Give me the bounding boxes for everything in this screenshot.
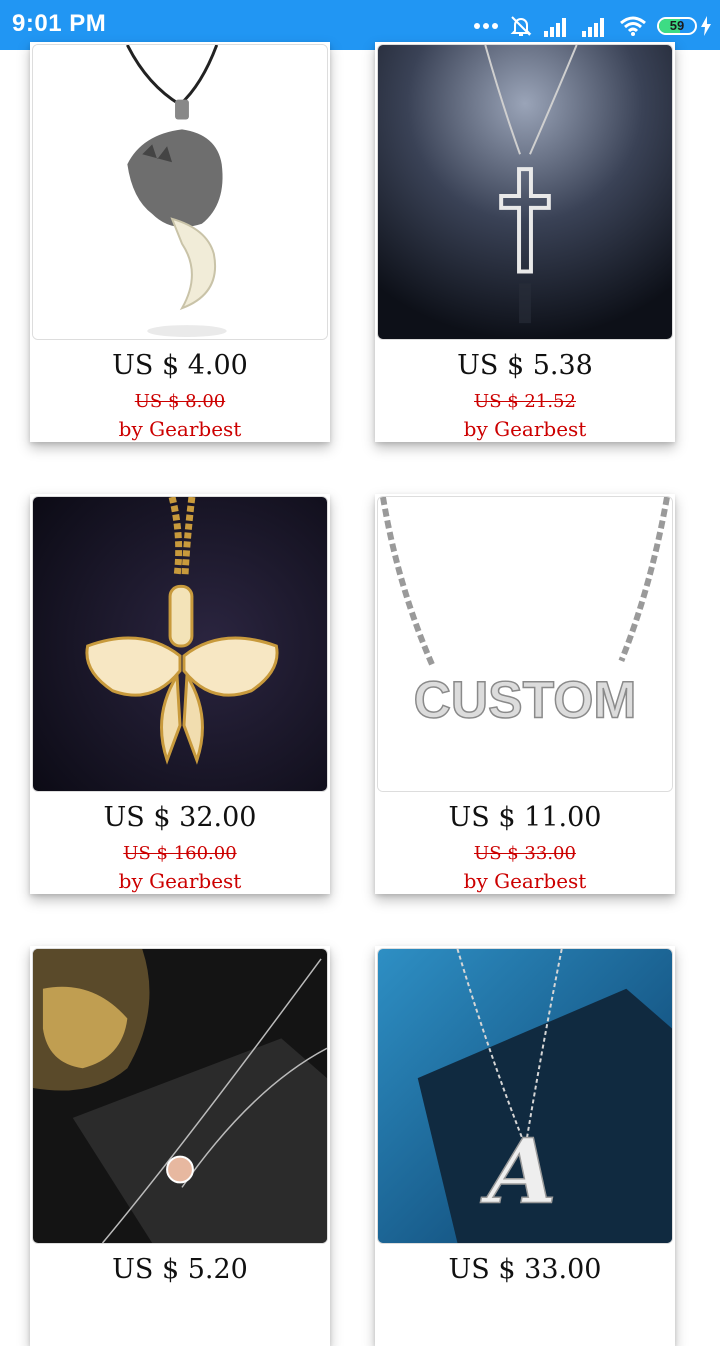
product-seller: by Gearbest [118,869,242,893]
charging-bolt-icon [701,16,711,36]
product-seller: by Gearbest [463,869,587,893]
product-card[interactable]: A US $ 33.00 [375,946,675,1346]
product-price: US $ 11.00 [448,802,602,833]
product-image[interactable] [32,44,328,340]
status-icons: 59 [473,12,712,40]
signal-icon [544,18,566,37]
product-old-price: US $ 8.00 [134,391,226,412]
product-price: US $ 32.00 [103,802,257,833]
custom-necklace-image-text: CUSTOM [414,671,637,729]
product-price: US $ 4.00 [112,350,248,381]
status-time: 9:01 PM [12,10,107,37]
product-image[interactable] [32,496,328,792]
product-price: US $ 33.00 [448,1254,602,1285]
product-image[interactable] [32,948,328,1244]
product-image[interactable]: A [377,948,673,1244]
wifi-icon [620,16,646,36]
product-card[interactable]: US $ 4.00 US $ 8.00 by Gearbest [30,42,330,442]
product-old-price: US $ 21.52 [474,391,576,412]
product-image[interactable]: CUSTOM [377,496,673,792]
product-card[interactable]: CUSTOM US $ 11.00 US $ 33.00 by Gearbest [375,494,675,894]
product-price: US $ 5.20 [112,1254,248,1285]
product-card[interactable]: US $ 5.20 [30,946,330,1346]
product-seller: by Gearbest [118,417,242,441]
signal-icon-2 [582,18,604,37]
product-image[interactable] [377,44,673,340]
product-old-price: US $ 33.00 [474,843,576,864]
battery-indicator: 59 [657,16,712,36]
alarm-off-icon [510,16,532,36]
product-price: US $ 5.38 [457,350,593,381]
letter-necklace-image-text: A [480,1119,556,1224]
product-card[interactable]: US $ 5.38 US $ 21.52 by Gearbest [375,42,675,442]
product-old-price: US $ 160.00 [123,843,237,864]
product-card[interactable]: US $ 32.00 US $ 160.00 by Gearbest [30,494,330,894]
battery-level: 59 [669,18,685,33]
more-dots-icon [474,23,498,29]
product-seller: by Gearbest [463,417,587,441]
